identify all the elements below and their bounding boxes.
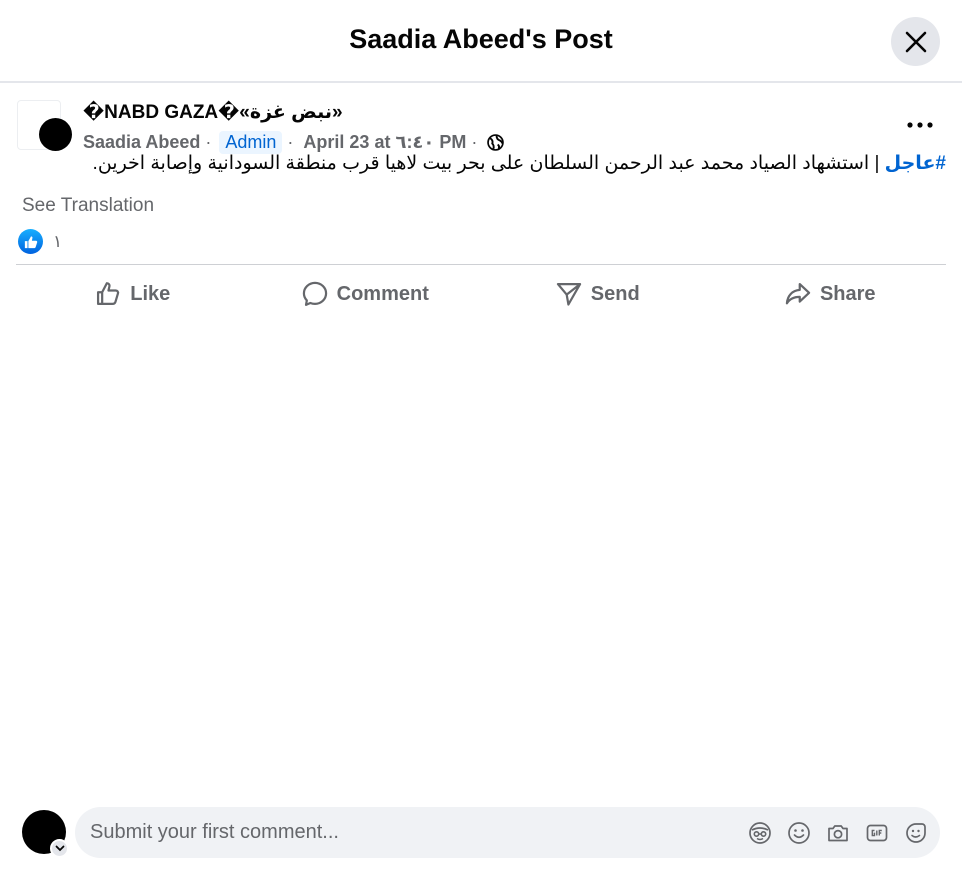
send-icon xyxy=(556,282,581,306)
meta-separator: · xyxy=(471,131,478,152)
see-translation-link[interactable]: See Translation xyxy=(22,195,154,217)
admin-badge: Admin xyxy=(219,130,283,154)
post-actions-bar: Like Comment Send Share xyxy=(16,272,946,316)
share-icon xyxy=(785,282,811,305)
meta-separator: · xyxy=(205,131,212,152)
reactions-summary[interactable]: ١ xyxy=(18,229,62,254)
more-options-button[interactable] xyxy=(902,112,938,138)
group-name[interactable]: �NABD GAZA�«نبض غزة» xyxy=(83,101,343,124)
profile-switch-button[interactable] xyxy=(50,839,69,858)
comment-input[interactable] xyxy=(90,807,730,858)
chevron-down-icon xyxy=(55,845,64,852)
sticker-icon[interactable] xyxy=(903,820,929,846)
share-button[interactable]: Share xyxy=(714,272,947,316)
like-button[interactable]: Like xyxy=(16,272,249,316)
actions-divider xyxy=(16,264,946,265)
camera-icon[interactable] xyxy=(825,820,851,846)
post-body: | استشهاد الصياد محمد عبد الرحمن السلطان… xyxy=(92,153,885,174)
avatar-sticker-icon[interactable] xyxy=(747,820,773,846)
share-label: Share xyxy=(819,282,876,305)
dialog-header: Saadia Abeed's Post xyxy=(0,0,962,83)
comment-label: Comment xyxy=(336,282,429,305)
comment-button[interactable]: Comment xyxy=(249,272,482,316)
send-label: Send xyxy=(590,282,640,305)
author-name[interactable]: Saadia Abeed xyxy=(83,132,200,153)
like-label: Like xyxy=(130,282,171,305)
author-avatar[interactable] xyxy=(39,118,72,151)
close-button[interactable] xyxy=(891,17,940,66)
post-date[interactable]: April 23 at ٦:٤٠ PM xyxy=(303,132,466,153)
like-reaction-icon xyxy=(18,229,43,254)
more-options-icon xyxy=(907,122,933,128)
reaction-count: ١ xyxy=(53,231,63,251)
close-icon xyxy=(905,31,926,52)
emoji-icon[interactable] xyxy=(786,820,812,846)
post-text: #عاجل | استشهاد الصياد محمد عبد الرحمن ا… xyxy=(16,152,946,176)
dialog-title: Saadia Abeed's Post xyxy=(349,24,613,54)
comment-composer xyxy=(75,807,940,858)
globe-icon[interactable] xyxy=(487,133,505,151)
hashtag-link[interactable]: #عاجل xyxy=(885,153,946,174)
thumbs-up-icon xyxy=(97,282,120,306)
meta-separator: · xyxy=(287,131,294,152)
gif-icon[interactable] xyxy=(864,820,890,846)
comment-icon xyxy=(302,281,327,306)
send-button[interactable]: Send xyxy=(481,272,714,316)
